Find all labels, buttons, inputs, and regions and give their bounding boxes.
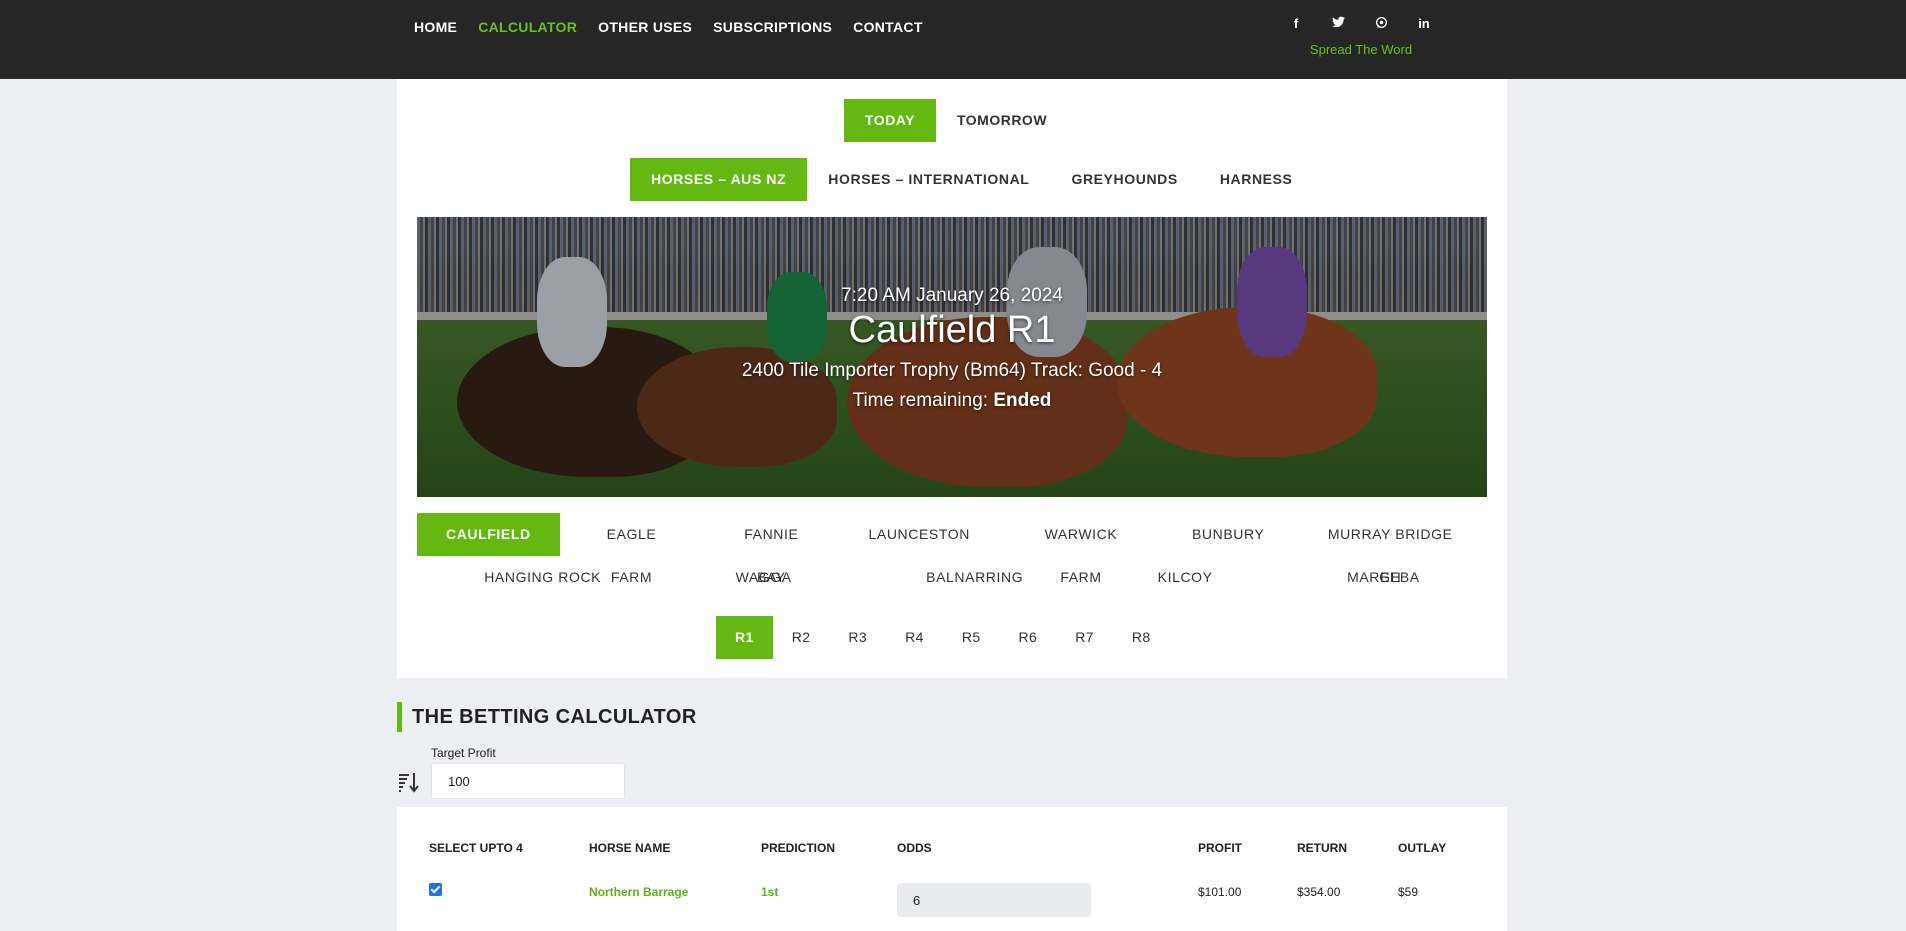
tab-horses-international[interactable]: HORSES – INTERNATIONAL xyxy=(807,158,1050,201)
header-profit: PROFIT xyxy=(1198,841,1242,855)
race-description: 2400 Tile Importer Trophy (Bm64) Track: … xyxy=(741,360,1163,381)
row-select-checkbox[interactable] xyxy=(429,883,442,896)
nav-other-uses[interactable]: OTHER USES xyxy=(598,19,692,35)
race-title: Caulfield R1 xyxy=(848,309,1056,351)
prediction-cell: 1st xyxy=(761,885,779,899)
venue-balnarring[interactable]: BALNARRING xyxy=(897,556,1052,599)
return-cell: $354.00 xyxy=(1297,885,1341,899)
facebook-icon[interactable]: f xyxy=(1286,16,1306,32)
venue-fannie-bay[interactable]: FANNIE BAY xyxy=(703,513,839,585)
race-selector-panel: TODAY TOMORROW HORSES – AUS NZ HORSES – … xyxy=(397,79,1507,678)
linkedin-icon[interactable]: in xyxy=(1414,16,1434,32)
whatsapp-icon[interactable] xyxy=(1371,16,1391,32)
calculator-heading: THE BETTING CALCULATOR xyxy=(397,702,697,732)
race-hero-banner: 7:20 AM January 26, 2024 Caulfield R1 24… xyxy=(417,217,1487,497)
spread-the-word-label: Spread The Word xyxy=(1309,42,1413,57)
venue-tabs: CAULFIELD EAGLE FARM FANNIE BAY LAUNCEST… xyxy=(417,513,1487,599)
header-horse-name: HORSE NAME xyxy=(589,841,671,855)
target-profit-input[interactable] xyxy=(431,763,625,799)
tab-tomorrow[interactable]: TOMORROW xyxy=(936,99,1068,142)
race-tab-r3[interactable]: R3 xyxy=(829,616,886,659)
header-outlay: OUTLAY xyxy=(1398,841,1447,855)
tab-horses-aus-nz[interactable]: HORSES – AUS NZ xyxy=(630,158,808,201)
twitter-icon[interactable] xyxy=(1329,16,1349,32)
betting-table: SELECT UPTO 4 HORSE NAME PREDICTION ODDS… xyxy=(397,807,1507,931)
race-type-tabs: HORSES – AUS NZ HORSES – INTERNATIONAL G… xyxy=(630,158,1313,201)
race-tab-r2[interactable]: R2 xyxy=(773,616,830,659)
race-number-tabs: R1 R2 R3 R4 R5 R6 R7 R8 xyxy=(716,616,1170,659)
venue-mareeba[interactable]: MAREEBA xyxy=(1318,556,1449,599)
venue-hanging-rock[interactable]: HANGING ROCK xyxy=(455,556,630,599)
tab-today[interactable]: TODAY xyxy=(844,99,936,142)
header-select: SELECT UPTO 4 xyxy=(429,841,523,855)
venue-wagga[interactable]: WAGGA xyxy=(707,556,821,599)
header-return: RETURN xyxy=(1297,841,1347,855)
target-profit-label: Target Profit xyxy=(431,746,496,760)
tab-greyhounds[interactable]: GREYHOUNDS xyxy=(1050,158,1198,201)
nav-subscriptions[interactable]: SUBSCRIPTIONS xyxy=(713,19,832,35)
top-navbar: HOME CALCULATOR OTHER USES SUBSCRIPTIONS… xyxy=(0,0,1906,79)
time-remaining-label: Time remaining: xyxy=(852,390,989,411)
venue-caulfield[interactable]: CAULFIELD xyxy=(417,513,560,556)
time-remaining-value: Ended xyxy=(993,390,1052,411)
horse-name-cell[interactable]: Northern Barrage xyxy=(589,885,688,899)
social-share: f in Spread The Word xyxy=(1276,16,1446,57)
hero-text: 7:20 AM January 26, 2024 Caulfield R1 24… xyxy=(417,285,1487,412)
odds-input[interactable] xyxy=(897,883,1091,917)
nav-calculator[interactable]: CALCULATOR xyxy=(478,19,577,35)
outlay-cell: $59 xyxy=(1398,885,1419,899)
race-datetime: 7:20 AM January 26, 2024 xyxy=(841,285,1063,306)
venue-bunbury[interactable]: BUNBURY xyxy=(1163,513,1293,556)
venue-kilcoy[interactable]: KILCOY xyxy=(1129,556,1242,599)
race-tab-r5[interactable]: R5 xyxy=(943,616,1000,659)
venue-eagle-farm[interactable]: EAGLE FARM xyxy=(560,513,703,585)
race-tab-r7[interactable]: R7 xyxy=(1056,616,1113,659)
nav-contact[interactable]: CONTACT xyxy=(853,19,923,35)
race-tab-r8[interactable]: R8 xyxy=(1113,616,1170,659)
profit-cell: $101.00 xyxy=(1198,885,1242,899)
tab-harness[interactable]: HARNESS xyxy=(1199,158,1314,201)
venue-warwick-farm[interactable]: WARWICK FARM xyxy=(999,513,1163,585)
time-remaining: Time remaining: Ended xyxy=(417,390,1487,412)
venue-launceston[interactable]: LAUNCESTON xyxy=(840,513,999,556)
sort-icon[interactable] xyxy=(397,770,421,794)
main-nav: HOME CALCULATOR OTHER USES SUBSCRIPTIONS… xyxy=(414,19,944,35)
nav-home[interactable]: HOME xyxy=(414,19,457,35)
race-tab-r1[interactable]: R1 xyxy=(716,616,773,659)
race-tab-r6[interactable]: R6 xyxy=(1000,616,1057,659)
header-odds: ODDS xyxy=(897,841,932,855)
race-tab-r4[interactable]: R4 xyxy=(886,616,943,659)
header-prediction: PREDICTION xyxy=(761,841,836,855)
venue-murray-bridge-gh[interactable]: MURRAY BRIDGE GH xyxy=(1293,513,1487,585)
day-tabs: TODAY TOMORROW xyxy=(844,99,1068,142)
